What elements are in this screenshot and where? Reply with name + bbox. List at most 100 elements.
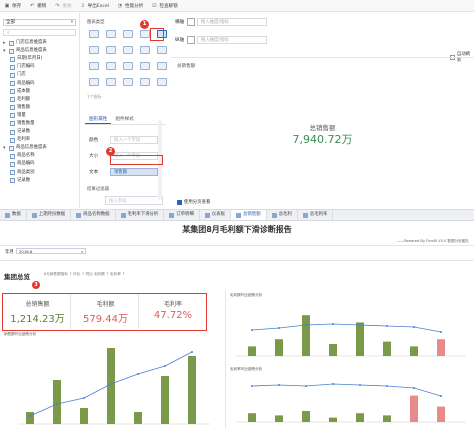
divider bbox=[225, 290, 226, 428]
sheet-tab[interactable]: 总销售额 bbox=[231, 210, 267, 220]
sheet-tab[interactable]: 订单明细 bbox=[164, 210, 200, 220]
save-icon: ▣ bbox=[4, 2, 10, 9]
bar bbox=[410, 346, 418, 356]
field-icon bbox=[10, 178, 15, 184]
chart-type-icon[interactable] bbox=[123, 30, 133, 38]
chart-type-icon[interactable] bbox=[157, 78, 167, 86]
search-icon: ⌕ bbox=[7, 30, 10, 36]
point bbox=[305, 324, 307, 326]
chevron-down-icon[interactable]: ▾ bbox=[3, 144, 8, 152]
tree-field[interactable]: 销售数量 bbox=[3, 120, 79, 128]
point bbox=[56, 403, 58, 405]
tree-folder[interactable]: ▸ 门店信息维度表 bbox=[3, 39, 79, 47]
export-icon: ⇩ bbox=[80, 2, 85, 9]
chart-type-icon[interactable] bbox=[123, 46, 133, 54]
tab-component-style[interactable]: 组件样式 bbox=[111, 116, 137, 124]
chart-type-icon[interactable] bbox=[140, 62, 150, 70]
bar bbox=[329, 417, 337, 422]
tree-field[interactable]: 销售额 bbox=[3, 104, 79, 112]
tree-field[interactable]: 销量 bbox=[3, 112, 79, 120]
chart-type-icon[interactable] bbox=[106, 46, 116, 54]
field-icon bbox=[10, 161, 15, 167]
pagination-option[interactable]: 使用分页查看 bbox=[177, 199, 210, 205]
tree-field[interactable]: 门店编码 bbox=[3, 63, 79, 71]
table-select[interactable]: 全部 ▾ bbox=[3, 19, 76, 26]
sheet-tab[interactable]: 上期月份数据 bbox=[27, 210, 72, 220]
margin-trend-chart bbox=[236, 383, 466, 423]
text-field-pill[interactable]: 销售额 bbox=[110, 168, 158, 176]
chart-type-icon[interactable] bbox=[123, 62, 133, 70]
tree-field[interactable]: 记录数 bbox=[3, 128, 79, 136]
redo-button[interactable]: ↷ 重做 bbox=[54, 3, 71, 9]
chevron-right-icon[interactable]: ▸ bbox=[3, 39, 8, 47]
chart-type-icon[interactable] bbox=[123, 78, 133, 86]
point bbox=[191, 351, 193, 353]
highlight-box-2 bbox=[110, 155, 163, 165]
undo-button[interactable]: ↶ 撤销 bbox=[29, 3, 46, 9]
chart-type-icon[interactable] bbox=[89, 30, 99, 38]
sheet-tab[interactable]: 商品名称数据 bbox=[71, 210, 116, 220]
chart-type-icon[interactable] bbox=[140, 46, 150, 54]
prop-label: 文本 bbox=[89, 170, 99, 175]
sheet-tab[interactable]: 数据 bbox=[0, 210, 27, 220]
sheet-icon bbox=[302, 212, 308, 218]
chart-type-icon[interactable] bbox=[89, 78, 99, 86]
tab-graphic-props[interactable]: 图形属性 bbox=[85, 116, 112, 124]
sheet-tab[interactable]: 仪表板 bbox=[200, 210, 232, 220]
tree-field[interactable]: 商品编码 bbox=[3, 160, 79, 168]
tree-field[interactable]: 商品类别 bbox=[3, 169, 79, 177]
sheet-tab[interactable]: 总毛利 bbox=[267, 210, 298, 220]
chart-type-icon[interactable] bbox=[140, 30, 150, 38]
kpi-gross-profit: 毛利额 579.44万 bbox=[73, 294, 139, 329]
month-select[interactable]: 2018-8 ▾ bbox=[16, 248, 86, 254]
section-note: 8月销售额指标 ↑ 环比 ↑ 同比 毛利额 ↑ 毛利率 ↑ bbox=[44, 272, 125, 276]
point bbox=[413, 387, 415, 389]
tree-field[interactable]: 毛利率 bbox=[3, 136, 79, 144]
bar bbox=[383, 341, 391, 356]
tree-folder[interactable]: ▾ 商品信息维度表 bbox=[3, 47, 79, 55]
check-unlock-button[interactable]: ☑ 检查解锁 bbox=[151, 2, 178, 9]
x-axis-drop-zone[interactable]: 拖入维度/指标 bbox=[197, 18, 267, 26]
chevron-down-icon[interactable]: ▾ bbox=[3, 47, 8, 55]
checkbox-checked[interactable] bbox=[177, 199, 182, 205]
chart-type-icon[interactable] bbox=[157, 62, 167, 70]
point bbox=[413, 326, 415, 328]
chart-type-icon[interactable] bbox=[89, 62, 99, 70]
save-button[interactable]: ▣ 保存 bbox=[4, 2, 22, 9]
sheet-icon bbox=[204, 212, 210, 218]
sheet-tab[interactable]: 毛利率下滑分析 bbox=[116, 210, 165, 220]
filter-drop-zone[interactable]: 拖入字段 bbox=[105, 196, 163, 205]
tree-field[interactable]: 日期(年月日) bbox=[3, 55, 79, 63]
tree-field[interactable]: 商品编码 bbox=[3, 79, 79, 87]
chart-hint: 1个指标 bbox=[87, 94, 102, 99]
field-icon bbox=[10, 170, 15, 176]
chart-type-icon[interactable] bbox=[106, 62, 116, 70]
tree-field[interactable]: 毛利额 bbox=[3, 96, 79, 104]
tree-field[interactable]: 记录数 bbox=[3, 177, 79, 185]
chart-type-icon[interactable] bbox=[157, 46, 167, 54]
tree-field[interactable]: 成本额 bbox=[3, 88, 79, 96]
sheet-icon bbox=[31, 212, 37, 218]
bar bbox=[302, 411, 310, 422]
bar bbox=[383, 415, 391, 422]
export-excel-button[interactable]: ⇩ 导出Excel bbox=[80, 3, 109, 9]
tree-field[interactable]: 门店 bbox=[3, 71, 79, 79]
field-icon bbox=[10, 72, 15, 78]
tree-field[interactable]: 商品名称 bbox=[3, 152, 79, 160]
tree-folder[interactable]: ▾ 商品信息维度表 bbox=[3, 144, 79, 152]
chart-type-icon[interactable] bbox=[106, 30, 116, 38]
prop-drop-zone[interactable]: 拖入一个字段 bbox=[110, 136, 158, 144]
table-icon bbox=[9, 145, 14, 151]
y-axis-drop-zone[interactable]: 拖入维度/指标 bbox=[197, 36, 267, 44]
prop-tabs: 图形属性 组件样式 bbox=[85, 116, 165, 125]
field-tree: ▸ 门店信息维度表 ▾ 商品信息维度表 日期(年月日) 门店编码 门店 商品编码 成本额 毛利额销… bbox=[0, 39, 79, 185]
chart-type-icon[interactable] bbox=[89, 46, 99, 54]
check-icon: ☑ bbox=[152, 2, 157, 9]
chart1-title: 销售额环比趋势分析 bbox=[4, 332, 37, 336]
chart-type-icon[interactable] bbox=[140, 78, 150, 86]
performance-button[interactable]: ◔ 性能分析 bbox=[117, 3, 144, 9]
search-input[interactable]: ⌕ bbox=[3, 29, 76, 36]
bar bbox=[53, 380, 61, 424]
sheet-tab[interactable]: 总毛利率 bbox=[298, 210, 334, 220]
chart-type-icon[interactable] bbox=[106, 78, 116, 86]
